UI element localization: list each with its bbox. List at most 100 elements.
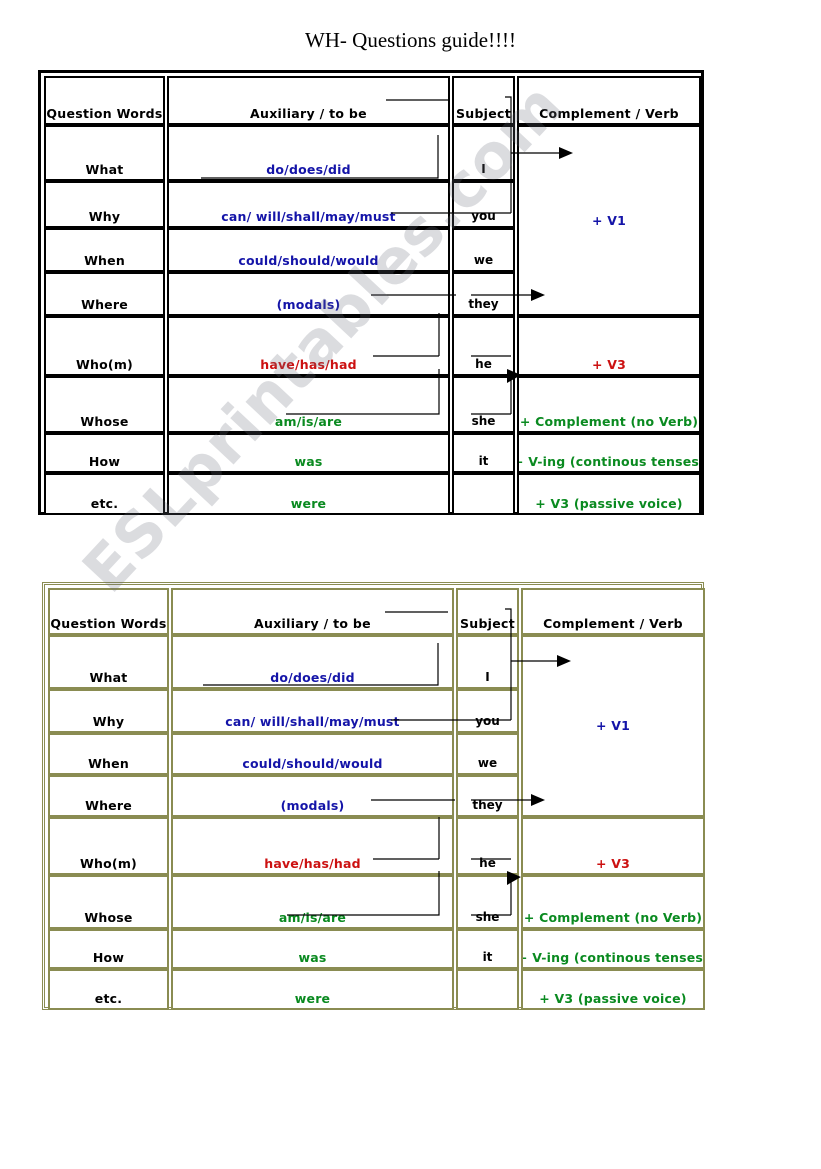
subject-label: I xyxy=(485,670,490,685)
auxiliary-label: am/is/are xyxy=(274,413,343,429)
auxiliary-label: were xyxy=(294,990,331,1006)
complement-label: + Complement (no Verb) xyxy=(523,909,703,925)
table-cell-auxiliary: am/is/are xyxy=(167,376,450,433)
column-header-auxiliary: Auxiliary / to be xyxy=(171,588,454,635)
table-cell-subject xyxy=(456,969,519,1010)
auxiliary-label: have/has/had xyxy=(260,356,357,372)
table-cell-complement: + Complement (no Verb) xyxy=(517,376,701,433)
table-cell-subject: you xyxy=(456,689,519,733)
question-word-label: How xyxy=(92,949,125,965)
table-cell-auxiliary: could/should/would xyxy=(167,228,450,272)
column-header-label: Auxiliary / to be xyxy=(250,105,367,121)
table-cell-question-word: Why xyxy=(48,689,169,733)
page-title: WH- Questions guide!!!! xyxy=(304,28,517,52)
column-header-label: Auxiliary / to be xyxy=(254,615,371,631)
wh-questions-table-primary: Question Words Auxiliary / to be Subject Co… xyxy=(38,70,704,515)
column-header-label: Complement / Verb xyxy=(543,615,683,631)
subject-label: it xyxy=(478,454,489,469)
question-word-label: Whose xyxy=(80,413,129,429)
question-word-label: Why xyxy=(92,713,125,729)
column-header-label: Subject xyxy=(459,615,516,631)
auxiliary-label: can/ will/shall/may/must xyxy=(221,208,396,224)
complement-label: + V3 xyxy=(596,855,630,871)
auxiliary-label: could/should/would xyxy=(242,755,383,771)
table-cell-complement: + V3 xyxy=(517,316,701,376)
subject-label: they xyxy=(468,297,499,312)
table-cell-complement: + V1 xyxy=(521,635,705,817)
table-cell-subject: we xyxy=(456,733,519,775)
question-word-label: When xyxy=(84,252,125,268)
subject-label: you xyxy=(471,209,496,224)
column-header-question-words: Question Words xyxy=(48,588,169,635)
subject-label: she xyxy=(475,910,500,925)
table-cell-auxiliary: were xyxy=(171,969,454,1010)
complement-label: + V1 xyxy=(592,212,626,228)
table-cell-auxiliary: can/ will/shall/may/must xyxy=(167,181,450,228)
table-grid: Question Words Auxiliary / to be Subject Co… xyxy=(45,585,705,1010)
table-cell-question-word: What xyxy=(44,125,165,181)
table-cell-auxiliary: was xyxy=(167,433,450,473)
column-header-subject: Subject xyxy=(452,76,515,125)
question-word-label: Where xyxy=(85,797,132,813)
column-header-complement: Complement / Verb xyxy=(521,588,705,635)
complement-label: + V3 xyxy=(592,356,626,372)
wh-questions-table-secondary: Question Words Auxiliary / to be Subject Co… xyxy=(42,582,705,1010)
auxiliary-label: do/does/did xyxy=(266,161,351,177)
question-word-label: Whose xyxy=(84,909,133,925)
auxiliary-label: (modals) xyxy=(280,797,345,813)
table-cell-subject: I xyxy=(452,125,515,181)
auxiliary-label: was xyxy=(298,949,327,965)
table-cell-subject: she xyxy=(452,376,515,433)
question-word-label: Where xyxy=(81,296,128,312)
complement-label: + Complement (no Verb) xyxy=(519,413,699,429)
subject-label: it xyxy=(482,950,493,965)
subject-label: they xyxy=(472,798,503,813)
table-cell-complement: + V-ing (continous tenses) xyxy=(521,929,705,969)
column-header-complement: Complement / Verb xyxy=(517,76,701,125)
table-cell-auxiliary: were xyxy=(167,473,450,515)
subject-label: we xyxy=(473,253,494,268)
auxiliary-label: (modals) xyxy=(276,296,341,312)
question-word-label: How xyxy=(88,453,121,469)
table-cell-complement: + V3 xyxy=(521,817,705,875)
table-cell-complement: + V-ing (continous tenses) xyxy=(517,433,701,473)
column-header-auxiliary: Auxiliary / to be xyxy=(167,76,450,125)
complement-label: + V3 (passive voice) xyxy=(535,495,683,511)
table-cell-question-word: When xyxy=(48,733,169,775)
table-cell-auxiliary: do/does/did xyxy=(167,125,450,181)
question-word-label: What xyxy=(85,161,124,177)
table-cell-subject: I xyxy=(456,635,519,689)
question-word-label: Who(m) xyxy=(80,855,137,871)
table-cell-auxiliary: (modals) xyxy=(167,272,450,316)
column-header-label: Complement / Verb xyxy=(539,105,679,121)
table-cell-subject: we xyxy=(452,228,515,272)
table-cell-subject: he xyxy=(452,316,515,376)
question-word-label: etc. xyxy=(90,495,119,511)
table-cell-subject: you xyxy=(452,181,515,228)
table-cell-subject xyxy=(452,473,515,515)
table-cell-complement: + V3 (passive voice) xyxy=(517,473,701,515)
question-word-label: What xyxy=(89,669,128,685)
subject-label: he xyxy=(479,856,496,871)
table-cell-question-word: etc. xyxy=(48,969,169,1010)
table-cell-subject: they xyxy=(452,272,515,316)
table-cell-auxiliary: am/is/are xyxy=(171,875,454,929)
complement-label: + V-ing (continous tenses) xyxy=(517,453,701,469)
table-cell-auxiliary: have/has/had xyxy=(171,817,454,875)
table-cell-question-word: Where xyxy=(48,775,169,817)
table-cell-complement: + V3 (passive voice) xyxy=(521,969,705,1010)
table-cell-question-word: When xyxy=(44,228,165,272)
complement-label: + V-ing (continous tenses) xyxy=(521,949,705,965)
column-header-label: Subject xyxy=(455,105,512,121)
auxiliary-label: am/is/are xyxy=(278,909,347,925)
table-cell-auxiliary: have/has/had xyxy=(167,316,450,376)
column-header-question-words: Question Words xyxy=(44,76,165,125)
table-cell-subject: he xyxy=(456,817,519,875)
auxiliary-label: were xyxy=(290,495,327,511)
table-cell-question-word: How xyxy=(44,433,165,473)
table-grid: Question Words Auxiliary / to be Subject Co… xyxy=(41,73,701,515)
subject-label: I xyxy=(481,162,486,177)
table-cell-complement: + V1 xyxy=(517,125,701,316)
table-cell-question-word: Whose xyxy=(44,376,165,433)
column-header-label: Question Words xyxy=(50,615,167,631)
